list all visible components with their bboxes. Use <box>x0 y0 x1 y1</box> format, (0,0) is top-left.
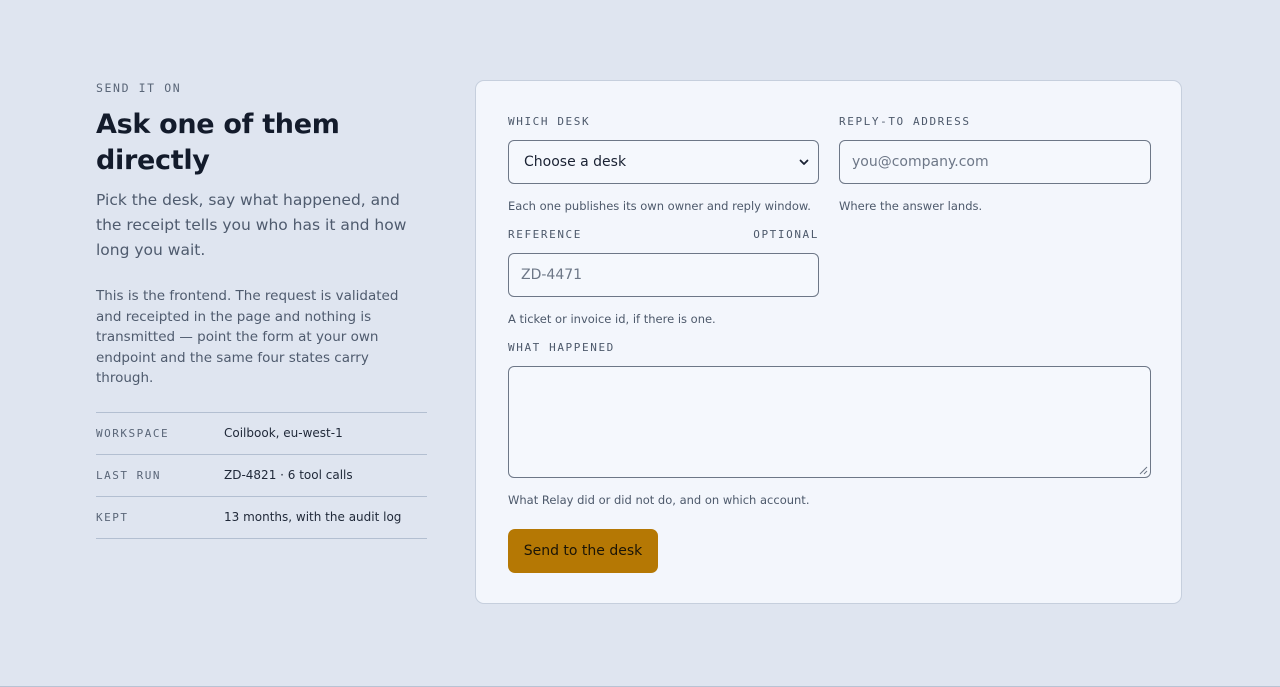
reply-to-hint: Where the answer lands. <box>839 199 983 213</box>
chevron-down-icon <box>799 159 809 165</box>
reply-to-placeholder: you@company.com <box>852 154 989 170</box>
meta-value: 13 months, with the audit log <box>224 510 402 524</box>
reply-to-input[interactable]: you@company.com <box>839 140 1151 184</box>
meta-value: Coilbook, eu-west-1 <box>224 426 343 440</box>
meta-row-last-run: LAST RUN ZD-4821 · 6 tool calls <box>96 455 427 497</box>
meta-key: LAST RUN <box>96 468 161 482</box>
send-button[interactable]: Send to the desk <box>508 529 658 573</box>
contact-form: WHICH DESK Choose a desk Each one publis… <box>475 80 1182 604</box>
meta-key: KEPT <box>96 510 129 524</box>
reference-placeholder: ZD-4471 <box>521 267 583 283</box>
optional-tag: OPTIONAL <box>753 228 819 241</box>
meta-list: WORKSPACE Coilbook, eu-west-1 LAST RUN Z… <box>96 411 427 539</box>
reference-field: REFERENCE OPTIONAL ZD-4471 A ticket or i… <box>508 228 819 327</box>
meta-row-kept: KEPT 13 months, with the audit log <box>96 497 427 539</box>
what-happened-label: WHAT HAPPENED <box>508 341 615 354</box>
meta-row-workspace: WORKSPACE Coilbook, eu-west-1 <box>96 413 427 455</box>
reference-input[interactable]: ZD-4471 <box>508 253 819 297</box>
desk-selected-value: Choose a desk <box>524 154 627 170</box>
desk-field: WHICH DESK Choose a desk Each one publis… <box>508 115 819 214</box>
page-title: Ask one of them directly <box>96 109 340 176</box>
desk-select[interactable]: Choose a desk <box>508 140 819 184</box>
eyebrow: SEND IT ON <box>96 81 182 95</box>
desk-hint: Each one publishes its own owner and rep… <box>508 199 811 213</box>
reply-to-field: REPLY-TO ADDRESS you@company.com Where t… <box>839 115 1151 214</box>
resize-grip-icon[interactable] <box>1139 466 1148 475</box>
what-happened-hint: What Relay did or did not do, and on whi… <box>508 493 810 507</box>
desk-label: WHICH DESK <box>508 115 591 128</box>
reference-label: REFERENCE <box>508 228 583 241</box>
meta-key: WORKSPACE <box>96 426 170 440</box>
frontend-note: This is the frontend. The request is val… <box>96 288 399 386</box>
meta-value: ZD-4821 · 6 tool calls <box>224 468 353 482</box>
intro-panel: SEND IT ON Ask one of them directly Pick… <box>96 80 427 539</box>
what-happened-textarea[interactable] <box>508 366 1151 478</box>
lede: Pick the desk, say what happened, and th… <box>96 191 407 259</box>
reply-to-label: REPLY-TO ADDRESS <box>839 115 971 128</box>
what-happened-field: WHAT HAPPENED What Relay did or did not … <box>508 341 1151 508</box>
reference-hint: A ticket or invoice id, if there is one. <box>508 312 716 326</box>
